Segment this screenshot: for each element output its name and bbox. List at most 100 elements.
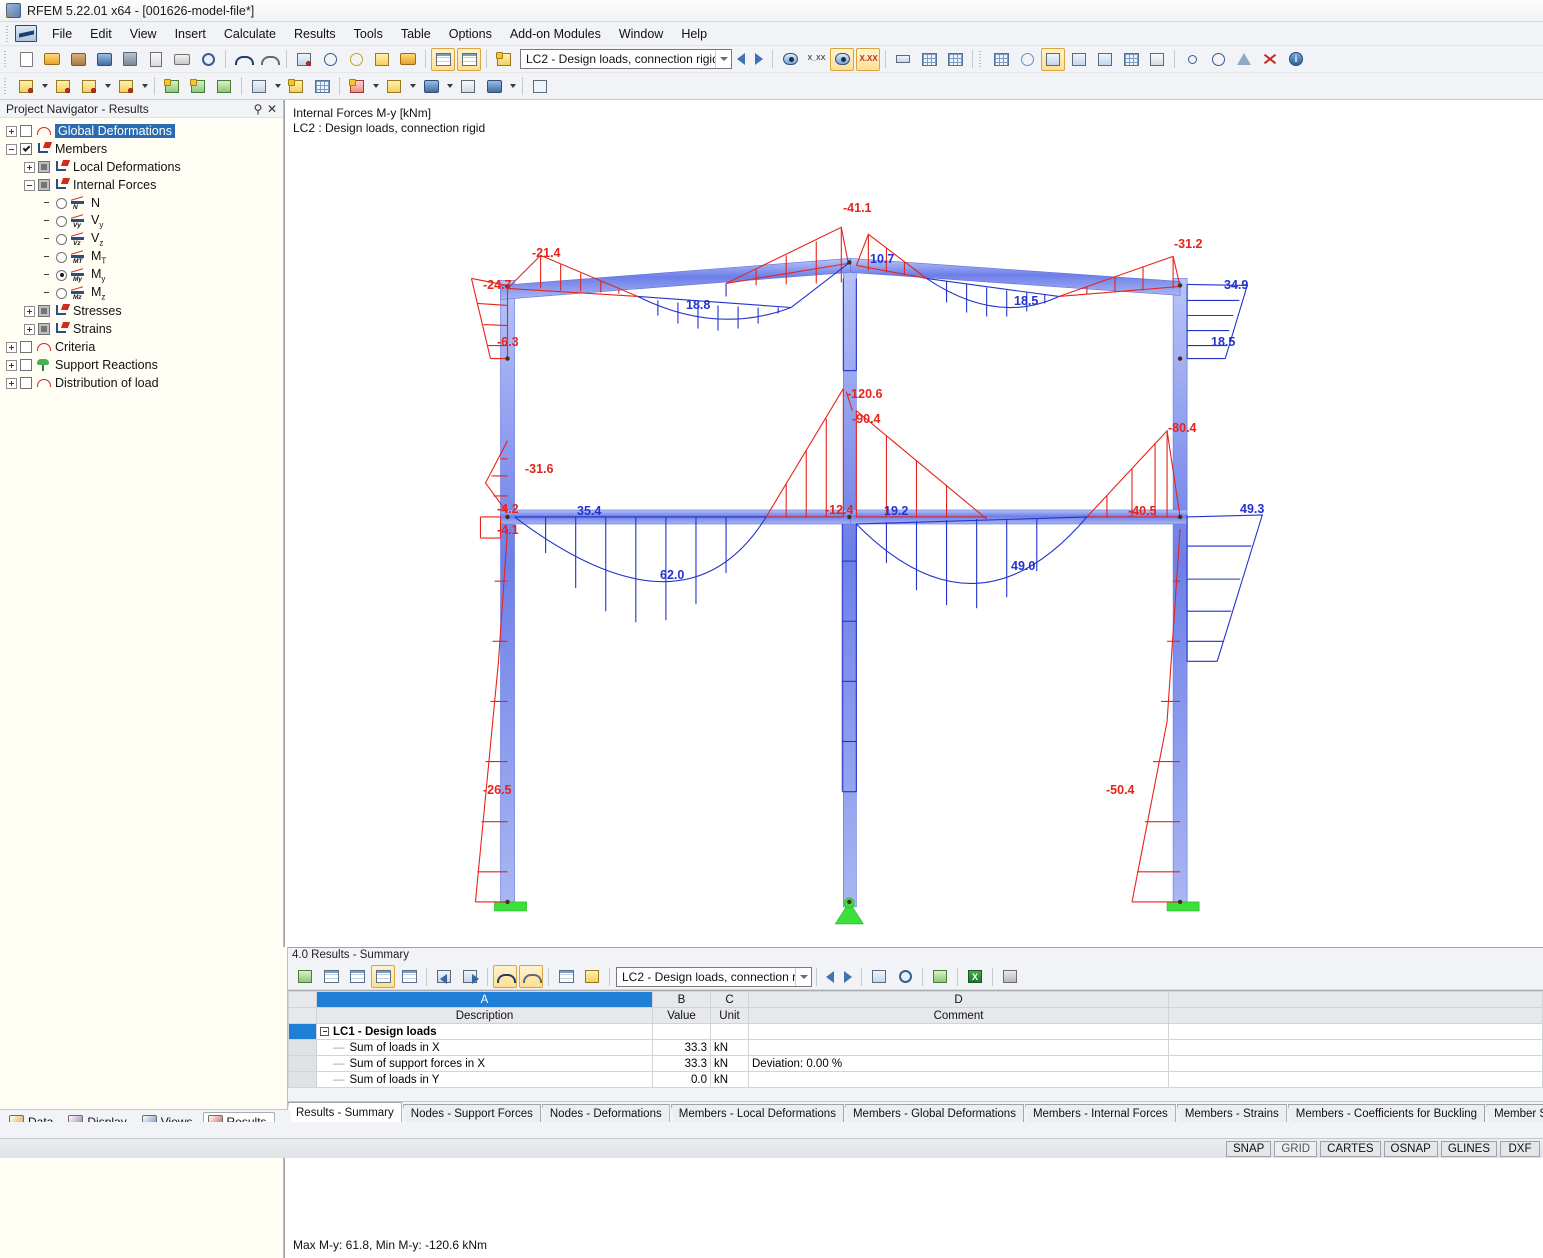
row-header[interactable]: [289, 1072, 317, 1088]
clipboard-icon[interactable]: [144, 48, 168, 71]
window-icon[interactable]: [396, 48, 420, 71]
redo-icon[interactable]: [257, 48, 281, 71]
status-button-glines[interactable]: GLINES: [1441, 1141, 1497, 1157]
menu-gripper[interactable]: [5, 26, 12, 42]
tab-members-coefficients-for-buckling[interactable]: Members - Coefficients for Buckling: [1288, 1104, 1485, 1123]
tree-checkbox-local-deformations[interactable]: [38, 161, 50, 173]
plane-icon[interactable]: [1145, 48, 1169, 71]
support-view-2-icon[interactable]: [943, 48, 967, 71]
table-load-case-select[interactable]: LC2 - Design loads, connection rig: [616, 967, 812, 987]
new-line-support-icon[interactable]: [186, 75, 210, 98]
tree-item-mt[interactable]: MTMT: [6, 248, 283, 266]
new-object-icon[interactable]: [482, 75, 506, 98]
tree-item-stresses[interactable]: Stresses: [6, 302, 283, 320]
chevron-down-icon[interactable]: [407, 75, 418, 98]
prev-lc-icon[interactable]: [821, 967, 839, 987]
support-view-icon[interactable]: [917, 48, 941, 71]
load-case-select[interactable]: LC2 - Design loads, connection rigid: [520, 49, 732, 69]
tree-expander-icon[interactable]: [6, 360, 17, 371]
row-header[interactable]: [289, 1024, 317, 1040]
tree-radio-n[interactable]: [56, 198, 67, 209]
tree-expander-icon[interactable]: [6, 126, 17, 137]
edit-table-icon[interactable]: [580, 965, 604, 988]
circle-select-icon[interactable]: [344, 48, 368, 71]
menu-item-add-on-modules[interactable]: Add-on Modules: [501, 24, 610, 44]
row-header[interactable]: [289, 1040, 317, 1056]
calculator-icon[interactable]: [998, 965, 1022, 988]
move-3d-icon[interactable]: [1093, 48, 1117, 71]
status-button-snap[interactable]: SNAP: [1226, 1141, 1271, 1157]
tab-members-local-deformations[interactable]: Members - Local Deformations: [671, 1104, 844, 1123]
tree-checkbox-strains[interactable]: [38, 323, 50, 335]
new-free-load-icon[interactable]: [284, 75, 308, 98]
results-tab-strip[interactable]: Results - SummaryNodes - Support ForcesN…: [288, 1101, 1543, 1123]
undo-icon[interactable]: [231, 48, 255, 71]
cell-description[interactable]: —Sum of loads in X: [317, 1040, 653, 1056]
menu-item-file[interactable]: File: [43, 24, 81, 44]
new-node-icon[interactable]: [14, 75, 38, 98]
menu-item-help[interactable]: Help: [672, 24, 716, 44]
status-button-cartes[interactable]: CARTES: [1320, 1141, 1380, 1157]
menu-item-view[interactable]: View: [121, 24, 166, 44]
chevron-down-icon[interactable]: [715, 50, 731, 68]
tree-item-criteria[interactable]: Criteria: [6, 338, 283, 356]
wire-grid-icon[interactable]: [1119, 48, 1143, 71]
print-icon[interactable]: [170, 48, 194, 71]
cell-description[interactable]: LC1 - Design loads: [317, 1024, 653, 1040]
tree-radio-my[interactable]: [56, 270, 67, 281]
sort-icon[interactable]: [867, 965, 891, 988]
chevron-down-icon[interactable]: [102, 75, 113, 98]
node-select-icon[interactable]: [318, 48, 342, 71]
show-values-icon[interactable]: X.XX: [856, 48, 880, 71]
tree-expander-icon[interactable]: [24, 324, 35, 335]
chevron-down-icon[interactable]: [272, 75, 283, 98]
tree-expander-icon[interactable]: [6, 342, 17, 353]
column-header-A[interactable]: A: [317, 992, 653, 1008]
table-row[interactable]: —Sum of loads in Y0.0kN: [289, 1072, 1543, 1088]
chevron-down-icon[interactable]: [795, 968, 811, 986]
chevron-down-icon[interactable]: [39, 75, 50, 98]
menu-item-tools[interactable]: Tools: [345, 24, 392, 44]
tab-nodes-deformations[interactable]: Nodes - Deformations: [542, 1104, 670, 1123]
settings-table-icon[interactable]: [893, 965, 917, 988]
cell-value[interactable]: 33.3: [653, 1040, 711, 1056]
new-file-icon[interactable]: [14, 48, 38, 71]
load-case-icon[interactable]: [492, 48, 516, 71]
menu-item-edit[interactable]: Edit: [81, 24, 121, 44]
tree-item-vy[interactable]: VyVy: [6, 212, 283, 230]
tree-radio-vz[interactable]: [56, 234, 67, 245]
menu-item-table[interactable]: Table: [392, 24, 440, 44]
group-collapse-icon[interactable]: [320, 1027, 329, 1036]
tree-checkbox-members[interactable]: [20, 143, 32, 155]
link-icon[interactable]: [1180, 48, 1204, 71]
cell-unit[interactable]: kN: [711, 1056, 749, 1072]
table-row[interactable]: LC1 - Design loads: [289, 1024, 1543, 1040]
cell-value[interactable]: 33.3: [653, 1056, 711, 1072]
tree-item-n[interactable]: NN: [6, 194, 283, 212]
dimension-icon[interactable]: [891, 48, 915, 71]
cell-unit[interactable]: kN: [711, 1040, 749, 1056]
delete-cross-icon[interactable]: [1258, 48, 1282, 71]
value-label-icon[interactable]: X_XX: [804, 48, 828, 71]
tree-radio-vy[interactable]: [56, 216, 67, 227]
tree-item-internal-forces[interactable]: Internal Forces: [6, 176, 283, 194]
color-table-icon[interactable]: [371, 965, 395, 988]
table-row[interactable]: —Sum of support forces in X33.3kNDeviati…: [289, 1056, 1543, 1072]
cell-value[interactable]: 0.0: [653, 1072, 711, 1088]
tree-item-distribution-of-load[interactable]: Distribution of load: [6, 374, 283, 392]
new-polyline-icon[interactable]: [114, 75, 138, 98]
reflect-icon[interactable]: [1232, 48, 1256, 71]
insert-row-icon[interactable]: [319, 965, 343, 988]
new-member-load-icon[interactable]: [247, 75, 271, 98]
tree-item-strains[interactable]: Strains: [6, 320, 283, 338]
render-icon[interactable]: [1041, 48, 1065, 71]
tree-expander-icon[interactable]: [24, 306, 35, 317]
print-preview-icon[interactable]: [196, 48, 220, 71]
row-header[interactable]: [289, 1056, 317, 1072]
tree-item-members[interactable]: Members: [6, 140, 283, 158]
tree-radio-mz[interactable]: [56, 288, 67, 299]
column-header-C[interactable]: C: [711, 992, 749, 1008]
close-icon[interactable]: ✕: [265, 102, 279, 116]
mirror-icon[interactable]: [1206, 48, 1230, 71]
table-grid-icon[interactable]: [457, 48, 481, 71]
